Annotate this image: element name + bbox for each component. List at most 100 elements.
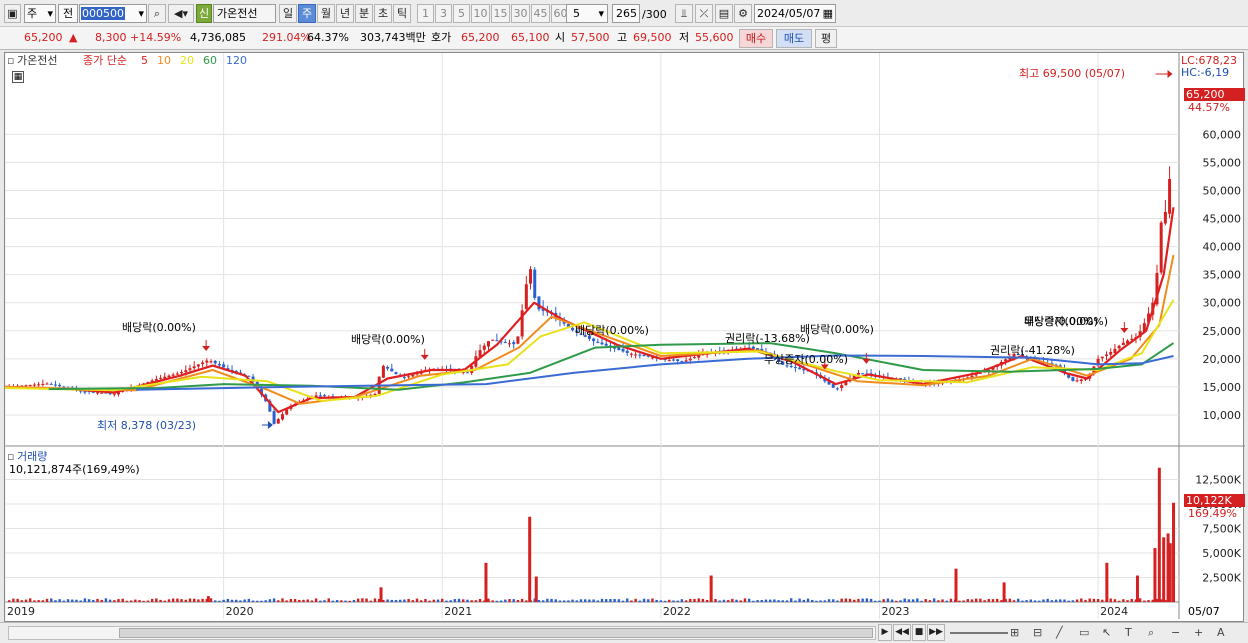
zoom-slider[interactable] bbox=[950, 632, 1008, 634]
volume-bar bbox=[916, 598, 919, 602]
period-tab[interactable]: 초 bbox=[374, 4, 392, 23]
buy-button[interactable]: 매수 bbox=[739, 29, 773, 48]
candle-type-icon[interactable]: ⫫ bbox=[675, 4, 693, 23]
volume-bar bbox=[1172, 502, 1176, 602]
volume-bar bbox=[638, 600, 642, 602]
minus-icon[interactable]: − bbox=[1171, 626, 1180, 639]
period-tab[interactable]: 년 bbox=[336, 4, 354, 23]
interval-button[interactable]: 5 bbox=[453, 4, 470, 23]
period-tab[interactable]: 일 bbox=[279, 4, 297, 23]
candle-body bbox=[789, 365, 793, 368]
play-icon[interactable]: ▶ bbox=[878, 624, 892, 641]
scroll-thumb[interactable] bbox=[119, 628, 873, 638]
volume-bar bbox=[592, 599, 595, 602]
lens-icon[interactable]: ⌕ bbox=[1148, 626, 1154, 640]
chart-area[interactable]: 10,000 15,000 20,000 25,000 30,000 35,000 40,0… bbox=[4, 52, 1245, 623]
stop-icon[interactable]: ■ bbox=[912, 624, 926, 641]
low-price: 55,600 bbox=[695, 31, 734, 44]
table-icon[interactable]: ▦ bbox=[12, 71, 24, 83]
volume-bar bbox=[54, 600, 57, 602]
volume-bar bbox=[487, 598, 490, 602]
candle-body bbox=[285, 409, 289, 415]
volume-bar bbox=[937, 600, 940, 602]
volume-bar bbox=[911, 599, 915, 602]
gear-icon[interactable]: ⚙ bbox=[734, 4, 752, 23]
volume-bar bbox=[323, 600, 326, 602]
volume-bar bbox=[1162, 537, 1166, 602]
interval-button[interactable]: 30 bbox=[511, 4, 530, 23]
period-tab[interactable]: 월 bbox=[317, 4, 335, 23]
save-icon[interactable]: ▤ bbox=[715, 4, 733, 23]
volume-bar bbox=[188, 598, 192, 602]
candle-body bbox=[793, 367, 797, 369]
volume-bar bbox=[1050, 600, 1054, 602]
volume-bar bbox=[155, 598, 158, 602]
volume-bar bbox=[642, 598, 646, 602]
volume-bar bbox=[705, 599, 709, 602]
interval-select[interactable]: 5 ▾ bbox=[566, 4, 608, 23]
candle-body bbox=[596, 341, 600, 343]
speaker-icon[interactable]: ◀▾ bbox=[168, 4, 194, 23]
font-icon[interactable]: A bbox=[1217, 626, 1225, 639]
open-price: 57,500 bbox=[571, 31, 610, 44]
volume-bar bbox=[541, 600, 545, 602]
stock-name[interactable]: 가온전선 bbox=[213, 4, 276, 23]
horizontal-scrollbar[interactable] bbox=[8, 626, 876, 640]
candle-body bbox=[600, 342, 604, 345]
cursor-icon[interactable]: ↖ bbox=[1102, 626, 1111, 639]
candle-body bbox=[390, 368, 394, 372]
interval-button[interactable]: 45 bbox=[531, 4, 550, 23]
candle-body bbox=[1079, 379, 1083, 381]
period-tab[interactable]: 틱 bbox=[393, 4, 411, 23]
candle-body bbox=[167, 375, 171, 378]
interval-button[interactable]: 15 bbox=[491, 4, 510, 23]
volume-bar bbox=[562, 600, 566, 602]
trade-amount: 303,743백만 bbox=[360, 31, 426, 44]
count-input[interactable]: 265 bbox=[612, 4, 640, 23]
search-icon[interactable]: ⌕ bbox=[148, 4, 166, 23]
volume-bar bbox=[1117, 600, 1121, 602]
candle-body bbox=[621, 348, 625, 352]
volume-bar bbox=[436, 599, 440, 602]
volume-bar bbox=[209, 598, 213, 602]
period-tab[interactable]: 분 bbox=[355, 4, 373, 23]
volume-bar bbox=[941, 599, 944, 602]
volume-bar bbox=[432, 599, 436, 602]
volume-bar bbox=[676, 600, 679, 602]
mode-button[interactable]: 전 bbox=[58, 4, 78, 23]
type-select[interactable]: 주 ▾ bbox=[24, 4, 56, 23]
fast-forward-icon[interactable]: ▶▶ bbox=[927, 624, 945, 641]
interval-button[interactable]: 3 bbox=[435, 4, 452, 23]
crosshair-icon[interactable]: ⤫ bbox=[695, 4, 713, 23]
text-icon[interactable]: T bbox=[1125, 626, 1132, 639]
plus-icon[interactable]: + bbox=[1194, 626, 1203, 639]
code-input[interactable]: 000500 ▾ bbox=[79, 4, 147, 23]
ma-legend-item: 20 bbox=[180, 54, 194, 67]
candle-body bbox=[280, 414, 284, 420]
high-label: 고 bbox=[617, 31, 628, 44]
candle-body bbox=[24, 385, 28, 387]
interval-button[interactable]: 1 bbox=[417, 4, 434, 23]
interval-button[interactable]: 10 bbox=[471, 4, 490, 23]
volume-bar bbox=[180, 599, 183, 602]
period-tab[interactable]: 주 bbox=[298, 4, 316, 23]
line-icon[interactable]: ╱ bbox=[1056, 626, 1063, 639]
zoom-in-icon[interactable]: ⊞ bbox=[1010, 626, 1019, 639]
candle-body bbox=[604, 343, 608, 346]
eval-button[interactable]: 평 bbox=[815, 29, 837, 48]
volume-bar bbox=[62, 600, 66, 602]
sell-button[interactable]: 매도 bbox=[776, 29, 812, 48]
date-input[interactable]: 2024/05/07 ▦ bbox=[754, 4, 836, 23]
volume-bar bbox=[600, 598, 604, 602]
volume-bar bbox=[920, 600, 923, 602]
chart-window-icon[interactable]: ▣ bbox=[4, 4, 21, 23]
candle-body bbox=[1117, 345, 1121, 349]
volume-bar bbox=[907, 599, 911, 602]
rewind-icon[interactable]: ◀◀ bbox=[893, 624, 911, 641]
candle-body bbox=[100, 392, 104, 394]
box-icon[interactable]: ▭ bbox=[1079, 626, 1089, 639]
zoom-out-icon[interactable]: ⊟ bbox=[1033, 626, 1042, 639]
volume-bar bbox=[693, 598, 696, 602]
price-chart-svg[interactable]: 10,000 15,000 20,000 25,000 30,000 35,000 40,0… bbox=[4, 53, 1245, 623]
volume-bar bbox=[932, 598, 936, 602]
